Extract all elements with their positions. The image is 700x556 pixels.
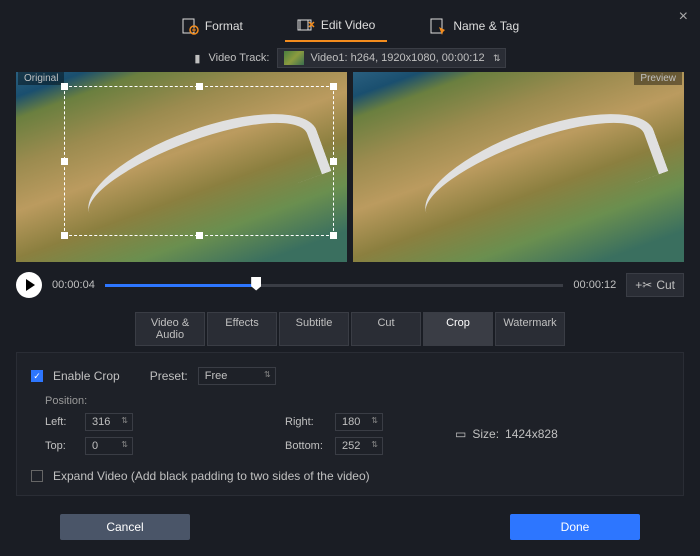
right-input[interactable]: 180⇅ [335, 413, 383, 431]
subtab-subtitle[interactable]: Subtitle [279, 312, 349, 346]
enable-crop-checkbox[interactable]: ✓ [31, 370, 43, 382]
edit-video-icon [297, 16, 315, 34]
subtab-cut[interactable]: Cut [351, 312, 421, 346]
video-track-value: Video1: h264, 1920x1080, 00:00:12 [310, 52, 484, 64]
timeline-fill [105, 284, 256, 287]
tab-name-tag[interactable]: Name & Tag [417, 11, 531, 41]
crop-handle-tl[interactable] [61, 83, 68, 90]
crop-panel: ✓ Enable Crop Preset: Free ⇅ Position: L… [16, 352, 684, 496]
position-label: Position: [45, 395, 669, 407]
stepper-icon[interactable]: ⇅ [121, 416, 128, 425]
stepper-icon[interactable]: ⇅ [121, 440, 128, 449]
right-label: Right: [285, 416, 335, 428]
subtab-watermark[interactable]: Watermark [495, 312, 565, 346]
cut-button[interactable]: +✂ Cut [626, 273, 684, 297]
done-button[interactable]: Done [510, 514, 640, 540]
expand-video-checkbox[interactable] [31, 470, 43, 482]
crop-rectangle[interactable] [64, 86, 334, 236]
play-icon [26, 279, 35, 291]
preset-select[interactable]: Free ⇅ [198, 367, 276, 385]
size-label: Size: [472, 427, 499, 441]
original-label: Original [18, 72, 64, 85]
scissors-icon: +✂ [635, 278, 652, 292]
preset-value: Free [205, 370, 228, 382]
format-icon [181, 17, 199, 35]
bottom-label: Bottom: [285, 440, 335, 452]
crop-handle-tm[interactable] [196, 83, 203, 90]
name-tag-icon [429, 17, 447, 35]
preset-label: Preset: [150, 369, 188, 383]
crop-handle-bl[interactable] [61, 232, 68, 239]
total-time: 00:00:12 [573, 279, 616, 291]
size-value: 1424x828 [505, 427, 558, 441]
preview-panes: Original Preview [0, 68, 700, 262]
bottom-input[interactable]: 252⇅ [335, 437, 383, 455]
original-preview[interactable]: Original [16, 72, 347, 262]
subtab-effects[interactable]: Effects [207, 312, 277, 346]
result-preview: Preview [353, 72, 684, 262]
current-time: 00:00:04 [52, 279, 95, 291]
film-icon: ▮ [194, 52, 200, 65]
dialog-buttons: Cancel Done [0, 498, 700, 556]
top-label: Top: [45, 440, 85, 452]
sub-tabs: Video & Audio Effects Subtitle Cut Crop … [0, 308, 700, 350]
stepper-icon[interactable]: ⇅ [371, 416, 378, 425]
enable-crop-label: Enable Crop [53, 369, 120, 383]
cut-label: Cut [656, 278, 675, 292]
cancel-button[interactable]: Cancel [60, 514, 190, 540]
subtab-crop[interactable]: Crop [423, 312, 493, 346]
top-input[interactable]: 0⇅ [85, 437, 133, 455]
subtab-video-audio[interactable]: Video & Audio [135, 312, 205, 346]
play-button[interactable] [16, 272, 42, 298]
crop-handle-br[interactable] [330, 232, 337, 239]
chevron-updown-icon: ⇅ [493, 53, 501, 64]
close-icon[interactable]: × [679, 8, 688, 26]
crop-handle-bm[interactable] [196, 232, 203, 239]
left-label: Left: [45, 416, 85, 428]
timeline[interactable] [105, 275, 564, 295]
tab-format[interactable]: Format [169, 11, 255, 41]
tab-name-tag-label: Name & Tag [453, 19, 519, 33]
aspect-icon: ▭ [455, 427, 466, 441]
chevron-updown-icon: ⇅ [264, 370, 271, 379]
video-track-label: Video Track: [208, 52, 269, 64]
expand-video-label: Expand Video (Add black padding to two s… [53, 469, 370, 483]
crop-handle-mr[interactable] [330, 158, 337, 165]
top-tabs: Format Edit Video Name & Tag [0, 0, 700, 42]
stepper-icon[interactable]: ⇅ [371, 440, 378, 449]
preview-label: Preview [634, 72, 682, 85]
track-thumb [284, 51, 304, 65]
tab-edit-video[interactable]: Edit Video [285, 10, 388, 42]
left-input[interactable]: 316⇅ [85, 413, 133, 431]
video-track-dropdown[interactable]: Video1: h264, 1920x1080, 00:00:12 ⇅ [277, 48, 505, 68]
tab-edit-video-label: Edit Video [321, 18, 376, 32]
crop-handle-tr[interactable] [330, 83, 337, 90]
crop-handle-ml[interactable] [61, 158, 68, 165]
player-bar: 00:00:04 00:00:12 +✂ Cut [0, 262, 700, 308]
video-track-row: ▮ Video Track: Video1: h264, 1920x1080, … [0, 48, 700, 68]
tab-format-label: Format [205, 19, 243, 33]
timeline-playhead[interactable] [251, 277, 261, 291]
